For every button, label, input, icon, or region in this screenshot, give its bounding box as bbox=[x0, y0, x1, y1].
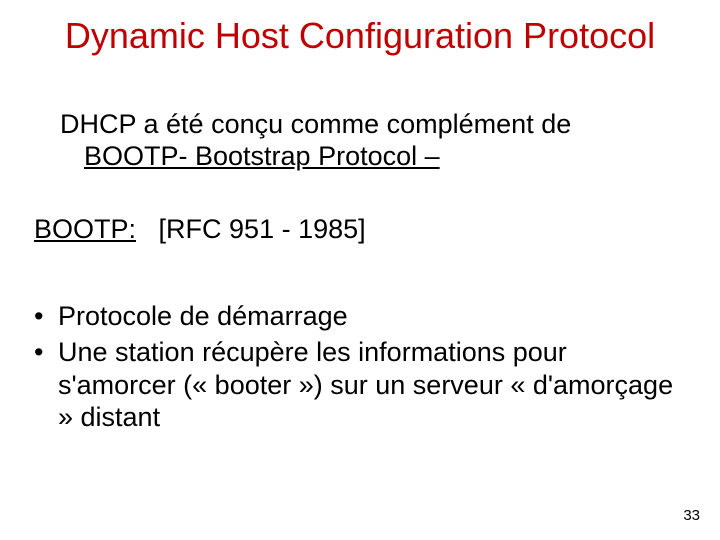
reference-value bbox=[144, 214, 159, 244]
bullet-item: Protocole de démarrage bbox=[34, 300, 674, 332]
bullet-text: Une station récupère les informations po… bbox=[58, 337, 673, 432]
bullet-text: Protocole de démarrage bbox=[58, 301, 348, 331]
slide-title: Dynamic Host Configuration Protocol bbox=[0, 15, 720, 57]
reference-value-text: [RFC 951 - 1985] bbox=[159, 214, 366, 244]
page-number: 33 bbox=[683, 507, 700, 524]
slide: Dynamic Host Configuration Protocol DHCP… bbox=[0, 0, 720, 540]
intro-paragraph: DHCP a été conçu comme complément de BOO… bbox=[60, 108, 660, 173]
reference-line: BOOTP: [RFC 951 - 1985] bbox=[34, 214, 366, 245]
bullet-item: Une station récupère les informations po… bbox=[34, 336, 674, 433]
bullet-list: Protocole de démarrage Une station récup… bbox=[34, 300, 674, 438]
reference-label: BOOTP: bbox=[34, 214, 136, 244]
intro-line-2: BOOTP- Bootstrap Protocol – bbox=[84, 140, 660, 172]
intro-line-1: DHCP a été conçu comme complément de bbox=[60, 108, 660, 140]
